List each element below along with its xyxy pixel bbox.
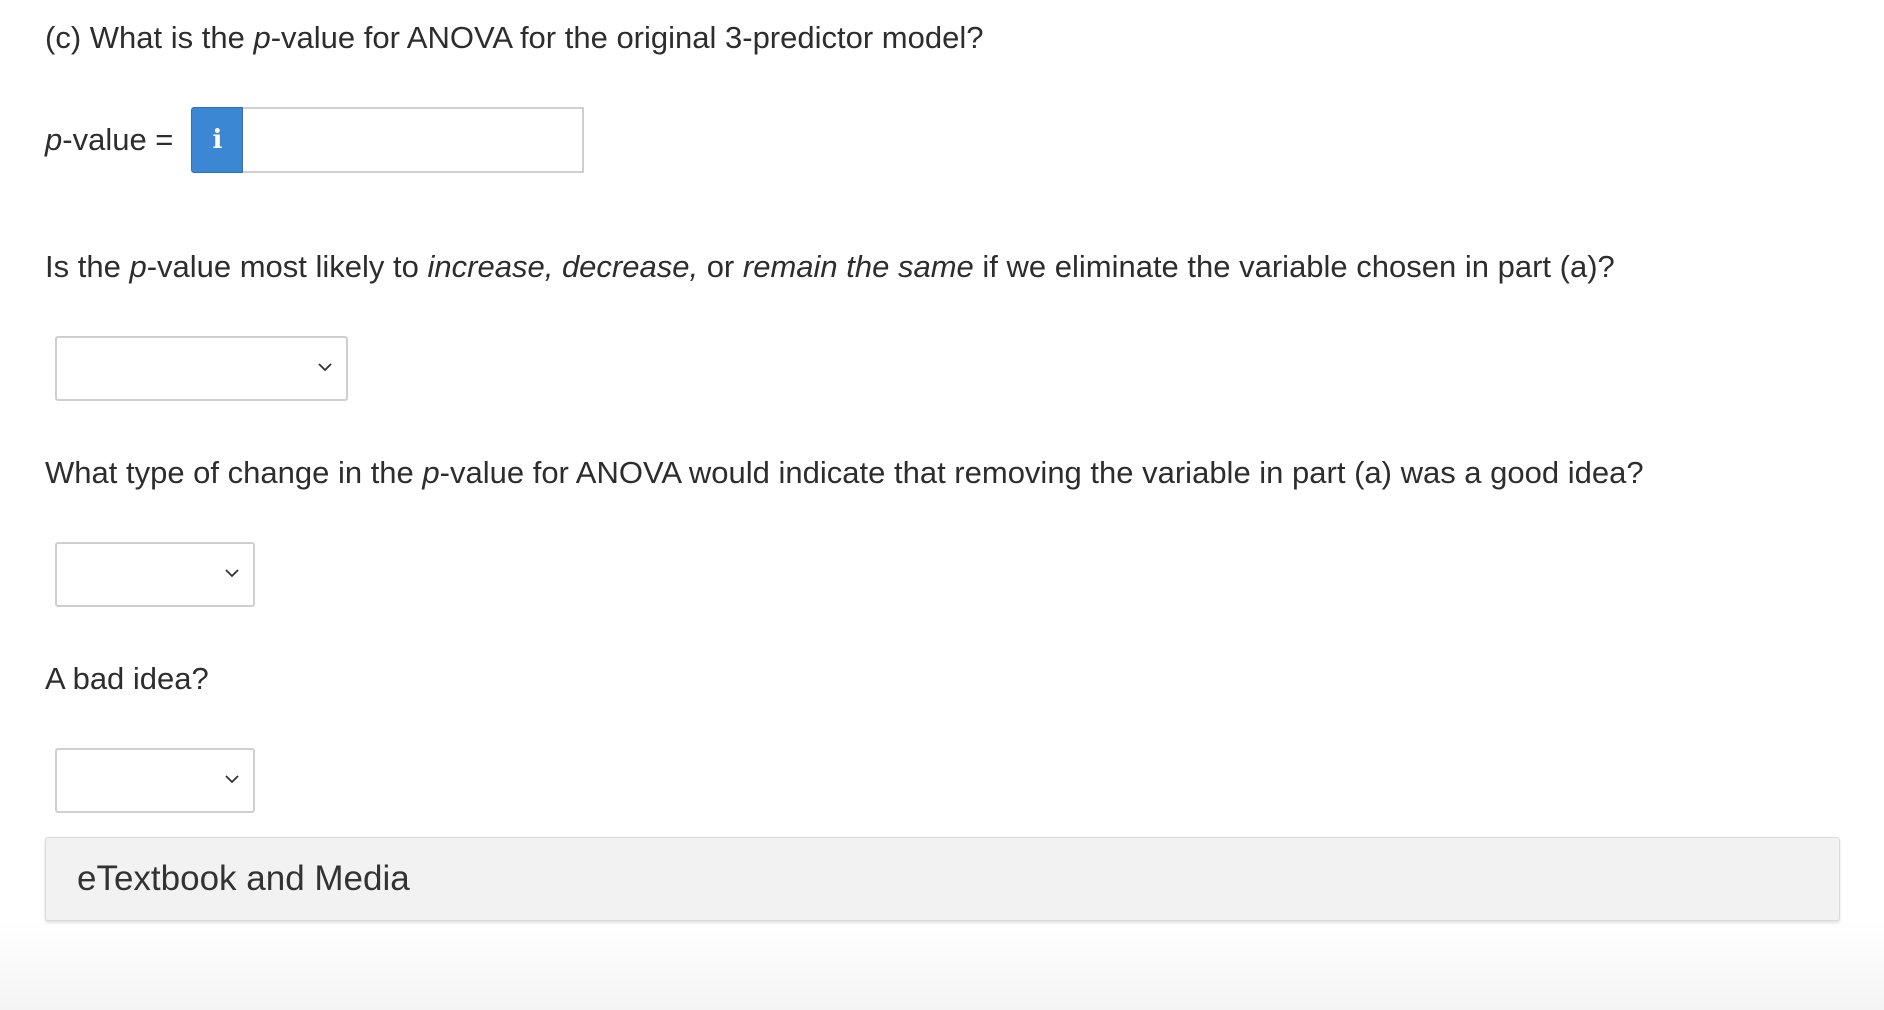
question-incdec-part5: if we eliminate the variable chosen in p… xyxy=(973,249,1615,284)
pvalue-label: p-value = xyxy=(45,120,173,160)
pvalue-input[interactable] xyxy=(243,107,585,173)
question-incdec-p: p xyxy=(129,249,147,284)
question-c-p: p xyxy=(253,20,271,55)
question-good-p: p xyxy=(422,455,440,490)
question-c-text: (c) What is the p-value for ANOVA for th… xyxy=(45,18,983,58)
question-incdec-part1: Is the xyxy=(45,249,130,284)
question-incdec-text: Is the p-value most likely to increase, … xyxy=(45,247,1615,287)
incdec-dropdown[interactable] xyxy=(55,336,348,401)
etextbook-media-label: eTextbook and Media xyxy=(77,859,410,898)
info-button[interactable]: i xyxy=(191,107,244,173)
question-incdec-decrease: decrease, xyxy=(561,249,699,284)
question-good-part2: -value for ANOVA would indicate that rem… xyxy=(439,455,1644,490)
good-idea-dropdown[interactable] xyxy=(55,542,255,607)
question-incdec-part3 xyxy=(553,249,562,284)
page-bottom-fade xyxy=(0,920,1884,1010)
chevron-down-icon xyxy=(318,362,332,371)
pvalue-label-rest: -value = xyxy=(62,122,174,157)
bad-idea-dropdown[interactable] xyxy=(55,748,255,813)
etextbook-media-bar[interactable]: eTextbook and Media xyxy=(45,837,1840,921)
question-incdec-part4: or xyxy=(698,249,743,284)
info-icon: i xyxy=(212,125,223,155)
question-good-part1: What type of change in the xyxy=(45,455,423,490)
chevron-down-icon xyxy=(225,774,239,783)
chevron-down-icon xyxy=(225,568,239,577)
question-incdec-increase: increase, xyxy=(427,249,554,284)
question-incdec-part2: -value most likely to xyxy=(146,249,428,284)
pvalue-row: p-value = i xyxy=(45,107,585,173)
question-c-prefix: (c) What is the xyxy=(45,20,254,55)
pvalue-label-p: p xyxy=(45,122,63,157)
question-bad-text: A bad idea? xyxy=(45,661,209,696)
question-incdec-remain: remain the same xyxy=(742,249,974,284)
question-good-text: What type of change in the p-value for A… xyxy=(45,453,1644,493)
question-c-suffix: -value for ANOVA for the original 3-pred… xyxy=(270,20,984,55)
